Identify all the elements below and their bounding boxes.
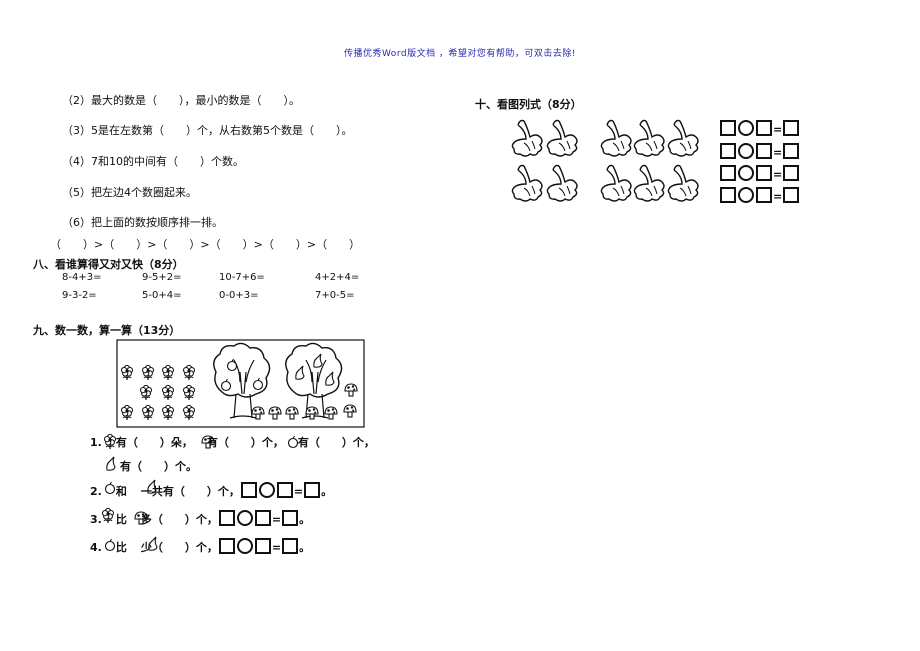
q1-line: 1. 有（ ）朵， 有（ ）个， 有（ ）个， [90,434,375,450]
s10-r4-equals: = [773,190,783,203]
q3-box-1[interactable] [218,510,235,526]
s10-r2-circle[interactable] [738,143,754,159]
q2-equals: = [293,485,304,498]
q4-period: 。 [299,541,311,554]
s10-eq-row-4: = [719,187,800,203]
q1-pear-text: 有（ ）个。 [120,460,197,473]
s10-r1-equals: = [773,123,783,136]
q4-line: 4. 比少（ ）个， = 。 [90,538,310,555]
q4-tail-text: 少（ ）个， [140,541,218,554]
q4-box-1[interactable] [218,538,235,554]
q4-circle[interactable] [236,538,253,554]
s10-r1-circle[interactable] [738,120,754,136]
q3-equals: = [271,513,282,526]
q1-mushroom-text: 有（ ）个， [206,436,284,449]
q4-number: 4. [90,541,102,554]
s10-r1-box-2[interactable] [756,120,772,136]
q4-box-3[interactable] [282,538,299,554]
q3-line: 3. 比多（ ）个， = 。 [90,510,310,527]
q2-box-3[interactable] [304,482,321,498]
q2-and-text: 和 [115,485,127,498]
q4-equals: = [271,541,282,554]
s10-r1-box-3[interactable] [783,120,800,136]
s10-eq-row-1: = [719,120,800,136]
q1-line2: 有（ ）个。 [104,458,197,474]
s10-r1-box-1[interactable] [720,120,736,136]
s10-r4-circle[interactable] [738,187,754,203]
q2-line: 2. 和一共有（ ）个， = 。 [90,482,332,499]
q2-tail-text: 一共有（ ）个， [140,485,240,498]
s10-r3-equals: = [773,168,783,181]
q2-circle[interactable] [258,482,275,498]
q4-compare-text: 比 [115,541,127,554]
s10-r2-box-1[interactable] [720,143,736,159]
q3-box-2[interactable] [254,510,271,526]
q3-period: 。 [299,513,311,526]
s10-r3-box-2[interactable] [756,165,772,181]
s10-r2-box-2[interactable] [756,143,772,159]
q3-circle[interactable] [236,510,253,526]
q2-period: 。 [321,485,333,498]
q4-box-2[interactable] [254,538,271,554]
q3-number: 3. [90,513,102,526]
q1-apple-text: 有（ ）个， [297,436,375,449]
q3-compare-text: 比 [115,513,127,526]
s10-r2-equals: = [773,146,783,159]
s10-r3-box-1[interactable] [720,165,736,181]
q1-flower-text: 有（ ）朵， [115,436,193,449]
s10-r4-box-2[interactable] [756,187,772,203]
s10-r3-box-3[interactable] [783,165,800,181]
s10-r4-box-1[interactable] [720,187,736,203]
s10-eq-row-3: = [719,165,800,181]
q2-box-1[interactable] [240,482,257,498]
q2-number: 2. [90,485,102,498]
s10-eq-row-2: = [719,143,800,159]
s10-r2-box-3[interactable] [783,143,800,159]
q3-tail-text: 多（ ）个， [140,513,218,526]
s10-r4-box-3[interactable] [783,187,800,203]
section10-title: 十、看图列式（8分） [475,98,582,111]
q2-box-2[interactable] [276,482,293,498]
q1-number: 1. [90,436,102,449]
q3-box-3[interactable] [282,510,299,526]
s10-r3-circle[interactable] [738,165,754,181]
